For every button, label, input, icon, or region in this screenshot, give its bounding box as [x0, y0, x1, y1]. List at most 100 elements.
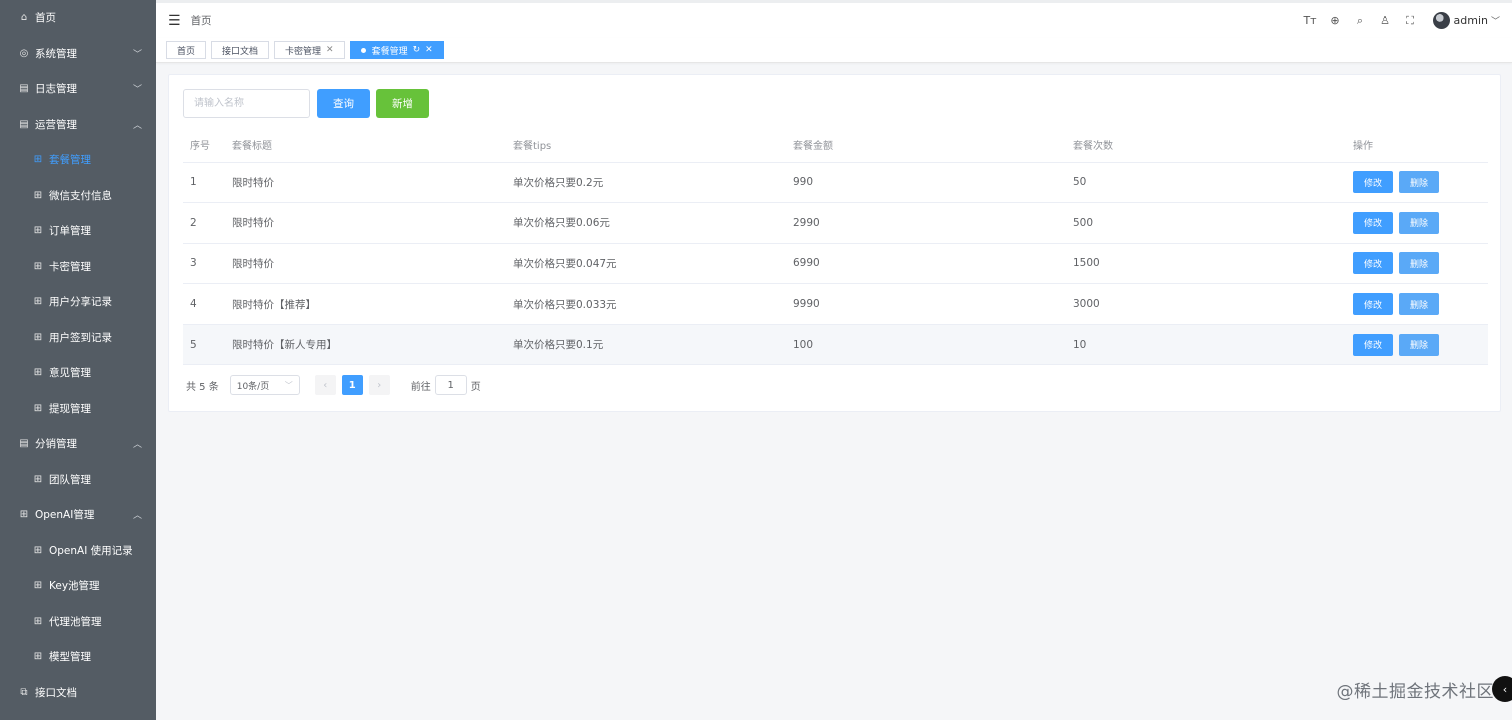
goto-label: 前往: [410, 381, 431, 393]
table-cell: 限时特价: [225, 243, 506, 285]
avatar[interactable]: [1432, 12, 1450, 29]
font-size-icon[interactable]: Tт: [1298, 14, 1323, 27]
sidebar-item-label: 订单管理: [49, 225, 91, 238]
tag-label: 首页: [177, 46, 196, 57]
column-header: 序号: [183, 128, 225, 163]
sidebar-item[interactable]: ⊞ 用户签到记录: [0, 320, 156, 356]
tag-item[interactable]: 卡密管理 ✕: [274, 41, 345, 59]
theme-icon[interactable]: ⊕: [1323, 14, 1348, 27]
delete-button[interactable]: 删除: [1399, 171, 1439, 194]
chevron-up-icon: ︿: [132, 440, 142, 451]
grid-icon: ⊞: [33, 402, 43, 414]
column-header: 套餐金额: [786, 128, 1066, 163]
sidebar-item-label: 模型管理: [49, 651, 91, 664]
table-header-row: 序号 套餐标题 套餐tips 套餐金额 套餐次数 操作: [183, 128, 1488, 163]
sidebar-item[interactable]: ⊞ 套餐管理: [0, 142, 156, 178]
breadcrumb[interactable]: 首页: [191, 13, 212, 28]
edit-button[interactable]: 修改: [1353, 333, 1393, 356]
sidebar-item[interactable]: ⊞ 提现管理: [0, 391, 156, 427]
grid-icon: ⊞: [33, 367, 43, 379]
add-button[interactable]: 新增: [376, 89, 429, 118]
chevron-up-icon: ︿: [132, 120, 142, 131]
table-cell: 10: [1066, 324, 1346, 366]
search-input[interactable]: [183, 89, 310, 118]
delete-button[interactable]: 删除: [1399, 333, 1439, 356]
fullscreen-icon[interactable]: ⛶: [1398, 14, 1423, 28]
sidebar-item-label: 套餐管理: [49, 154, 91, 167]
table-cell: 限时特价【新人专用】: [225, 324, 506, 366]
search-icon[interactable]: ⌕: [1348, 14, 1373, 28]
delete-button[interactable]: 删除: [1399, 293, 1439, 316]
sidebar-item-label: 日志管理: [35, 83, 77, 96]
table-cell: 3000: [1066, 283, 1346, 325]
sidebar-item[interactable]: ⊞ 代理池管理: [0, 604, 156, 640]
watermark: @稀土掘金技术社区: [1336, 682, 1494, 702]
table-row: 4 限时特价【推荐】 单次价格只要0.033元 9990 3000 修改 删除: [183, 283, 1488, 325]
package-table: 序号 套餐标题 套餐tips 套餐金额 套餐次数 操作 1 限时特价 单次价格只要0.2元 99…: [183, 128, 1488, 366]
delete-button[interactable]: 删除: [1399, 211, 1439, 234]
grid-icon: ⊞: [33, 296, 43, 308]
sidebar-item[interactable]: ▤ 运营管理 ︿: [0, 107, 156, 143]
goto-suffix: 页: [470, 381, 481, 393]
page-number-button[interactable]: 1: [341, 375, 363, 395]
active-dot-icon: [360, 47, 366, 53]
sidebar-item[interactable]: ▤ 日志管理 ﹀: [0, 71, 156, 107]
sidebar-item[interactable]: ⊞ 团队管理: [0, 462, 156, 498]
sidebar-item[interactable]: ⊞ OpenAI 使用记录: [0, 533, 156, 569]
tag-item[interactable]: 接口文档: [211, 41, 270, 59]
user-name[interactable]: admin: [1454, 14, 1488, 27]
table-row: 1 限时特价 单次价格只要0.2元 990 50 修改 删除: [183, 162, 1488, 204]
hamburger-icon[interactable]: ☰: [168, 13, 181, 29]
column-header: 套餐次数: [1066, 128, 1346, 163]
sidebar-item-label: 卡密管理: [49, 260, 91, 273]
sidebar-item[interactable]: ⊞ 卡密管理: [0, 249, 156, 285]
grid-icon: ⊞: [33, 473, 43, 485]
chevron-up-icon: ︿: [132, 511, 142, 522]
edit-button[interactable]: 修改: [1353, 252, 1393, 275]
shirt-icon[interactable]: ♙: [1373, 14, 1398, 27]
sidebar-item[interactable]: ⌂ 首页: [0, 0, 156, 36]
table-cell: 2: [183, 202, 225, 244]
tags-view: 首页 接口文档 卡密管理 ✕ 套餐管理 ↻ ✕: [156, 38, 1512, 63]
sidebar-item-label: 提现管理: [49, 402, 91, 415]
sidebar-item[interactable]: ⧉ 接口文档: [0, 675, 156, 711]
goto-page-input[interactable]: [434, 375, 467, 395]
table-cell: 990: [786, 162, 1066, 204]
prev-page-button[interactable]: ‹: [314, 375, 336, 395]
page-size-select[interactable]: 10条/页 ﹀: [229, 375, 300, 395]
edit-button[interactable]: 修改: [1353, 171, 1393, 194]
table-cell: 单次价格只要0.047元: [506, 243, 786, 285]
refresh-icon[interactable]: ↻: [413, 45, 421, 55]
sidebar-item-label: 代理池管理: [49, 615, 102, 628]
sidebar-item[interactable]: ◎ 系统管理 ﹀: [0, 36, 156, 72]
sidebar-item[interactable]: ⊞ 用户分享记录: [0, 284, 156, 320]
sidebar-item[interactable]: ⊞ 意见管理: [0, 355, 156, 391]
edit-button[interactable]: 修改: [1353, 211, 1393, 234]
sidebar-item[interactable]: ⊞ 模型管理: [0, 639, 156, 675]
close-icon[interactable]: ✕: [326, 45, 334, 55]
sidebar-item-label: 分销管理: [35, 438, 77, 451]
tag-item[interactable]: 首页: [166, 41, 207, 59]
sidebar-item[interactable]: ▤ 分销管理 ︿: [0, 426, 156, 462]
close-icon[interactable]: ✕: [425, 45, 433, 55]
document-icon: ▤: [19, 438, 29, 450]
edit-button[interactable]: 修改: [1353, 293, 1393, 316]
delete-button[interactable]: 删除: [1399, 252, 1439, 275]
tag-label: 套餐管理: [371, 46, 408, 57]
chevron-down-icon[interactable]: ﹀: [1491, 14, 1500, 27]
sidebar-item[interactable]: ⊞ Key池管理: [0, 568, 156, 604]
collapse-float-button[interactable]: ‹: [1492, 676, 1512, 702]
grid-icon: ⊞: [33, 580, 43, 592]
sidebar-item[interactable]: ⊞ OpenAI管理 ︿: [0, 497, 156, 533]
table-cell: 限时特价【推荐】: [225, 283, 506, 325]
grid-icon: ⊞: [33, 260, 43, 272]
query-button[interactable]: 查询: [317, 89, 370, 118]
grid-icon: ⊞: [33, 615, 43, 627]
tag-item[interactable]: 套餐管理 ↻ ✕: [349, 41, 444, 59]
sidebar-item[interactable]: ⊞ 订单管理: [0, 213, 156, 249]
table-cell: 5: [183, 324, 225, 366]
table-cell: 3: [183, 243, 225, 285]
sidebar-item[interactable]: ⊞ 微信支付信息: [0, 178, 156, 214]
next-page-button[interactable]: ›: [368, 375, 390, 395]
column-header: 套餐标题: [225, 128, 506, 163]
